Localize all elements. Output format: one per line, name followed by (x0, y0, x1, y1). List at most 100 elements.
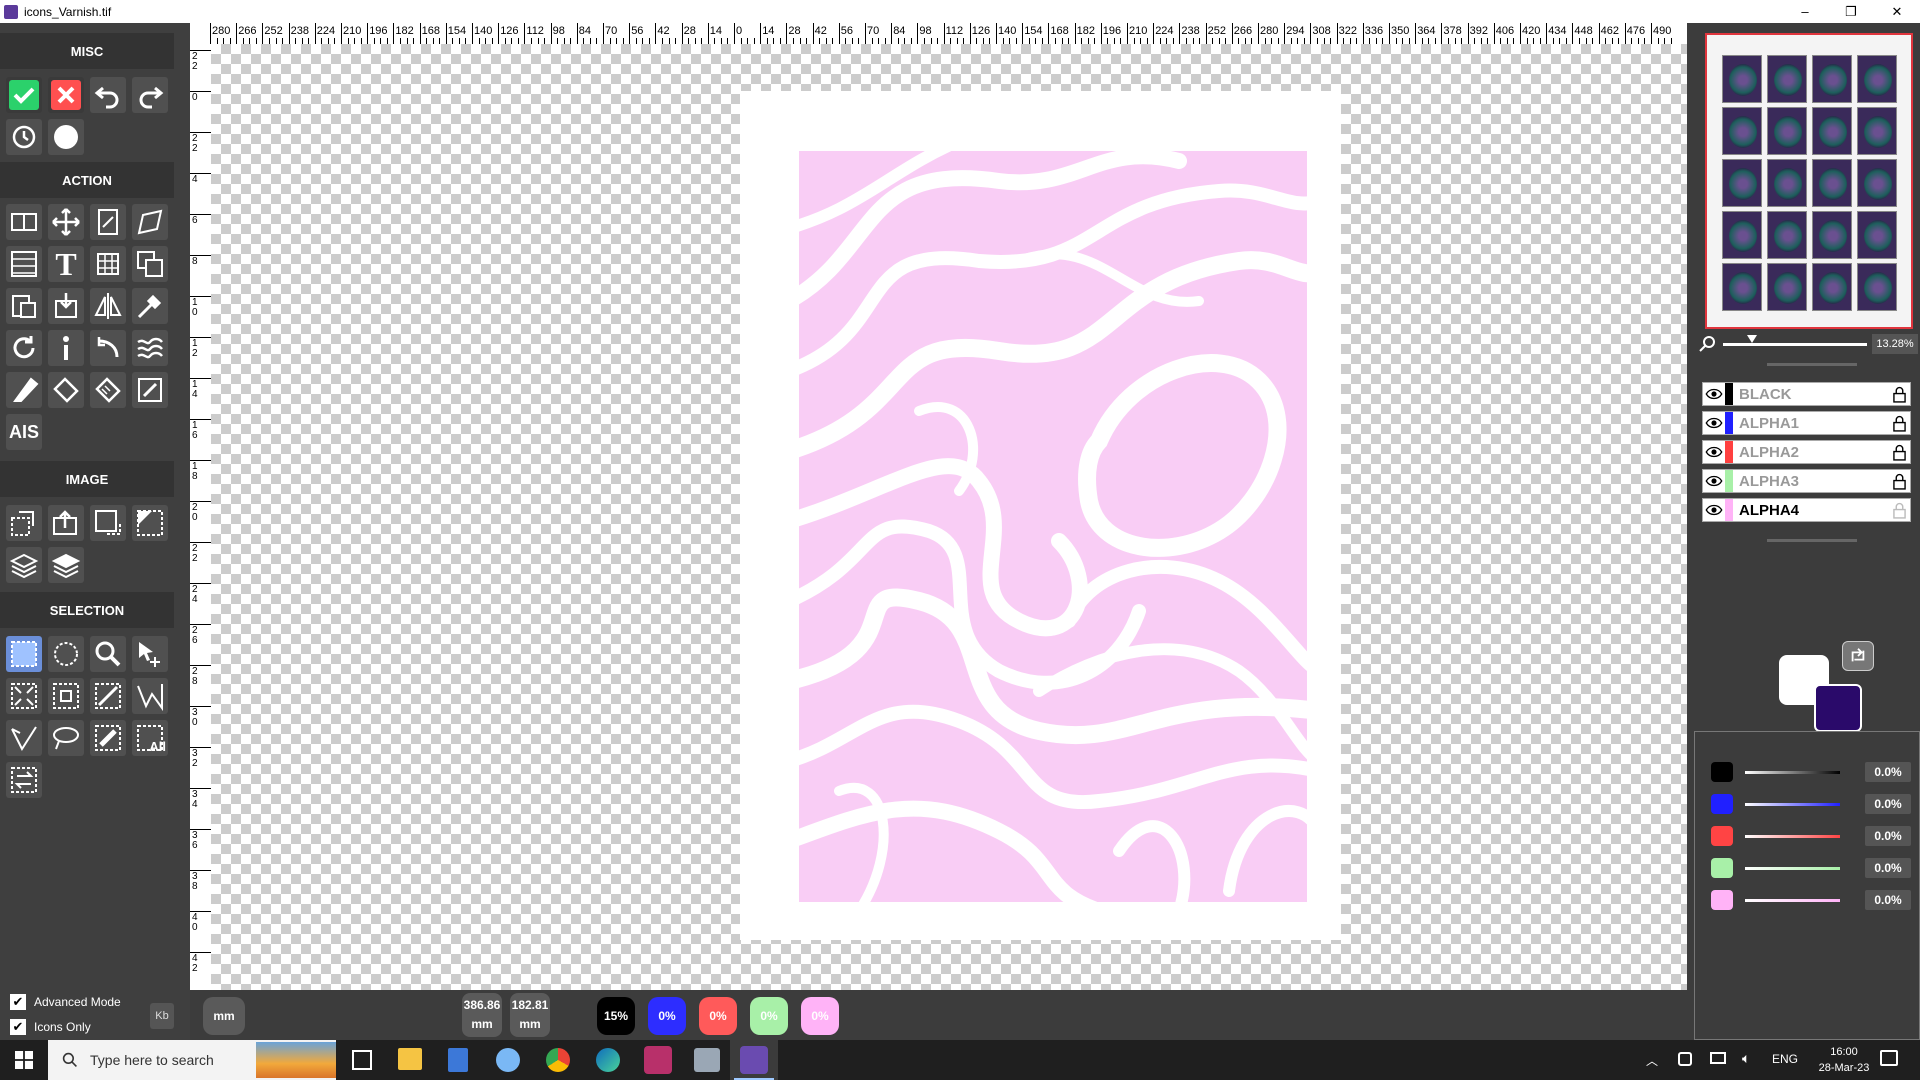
app-icon-rip[interactable] (644, 1046, 672, 1074)
channel-value[interactable]: 0.0% (1865, 858, 1911, 878)
curve-tool[interactable] (90, 330, 126, 366)
channel-slider-row[interactable]: 0.0% (1711, 762, 1911, 782)
eye-icon[interactable] (1703, 383, 1725, 405)
layers-flatten-tool[interactable] (6, 547, 42, 583)
close-button[interactable]: ✕ (1874, 0, 1920, 23)
layers-merge-tool[interactable] (48, 547, 84, 583)
channel-slider-track[interactable] (1745, 866, 1840, 870)
eye-icon[interactable] (1703, 499, 1725, 521)
channel-pill-alpha2[interactable]: 0% (699, 997, 737, 1035)
rect-select-tool[interactable] (6, 636, 42, 672)
channel-slider-track[interactable] (1745, 770, 1840, 774)
background-color-swatch[interactable] (1814, 684, 1862, 732)
image-export-tool[interactable] (48, 505, 84, 541)
circle-button[interactable] (48, 119, 84, 155)
channel-slider-row[interactable]: 0.0% (1711, 890, 1911, 910)
channel-slider-track[interactable] (1745, 834, 1840, 838)
network-icon[interactable] (1710, 1052, 1726, 1064)
paint-icon[interactable] (496, 1048, 520, 1072)
select-all-tool[interactable]: All (132, 720, 168, 756)
eye-icon[interactable] (1703, 441, 1725, 463)
info-tool[interactable] (48, 330, 84, 366)
crop-tool[interactable] (6, 204, 42, 240)
language-indicator[interactable]: ENG (1772, 1052, 1798, 1066)
channel-slider-row[interactable]: 0.0% (1711, 826, 1911, 846)
advanced-mode-checkbox[interactable]: ✔ Advanced Mode (10, 994, 121, 1010)
channel-slider-track[interactable] (1745, 898, 1840, 902)
lock-icon[interactable] (1893, 502, 1906, 523)
move-tool[interactable] (48, 204, 84, 240)
icons-only-checkbox[interactable]: ✔ Icons Only (10, 1019, 91, 1035)
task-view-icon[interactable] (352, 1050, 372, 1070)
eyedropper-tool[interactable] (132, 288, 168, 324)
layer-row[interactable]: ALPHA3 (1702, 469, 1911, 493)
free-select-tool[interactable] (6, 720, 42, 756)
duplicate-tool[interactable] (132, 246, 168, 282)
text-tool[interactable]: T (48, 246, 84, 282)
pointer-move-tool[interactable] (132, 636, 168, 672)
navigator-preview[interactable] (1705, 33, 1913, 329)
bucket-tool[interactable] (48, 372, 84, 408)
eye-icon[interactable] (1703, 412, 1725, 434)
notifications-icon[interactable] (1880, 1050, 1898, 1066)
clock[interactable]: 16:00 28-Mar-23 (1812, 1044, 1876, 1076)
channel-value[interactable]: 0.0% (1865, 762, 1911, 782)
lock-icon[interactable] (1893, 444, 1906, 465)
eye-icon[interactable] (1703, 470, 1725, 492)
channel-pill-black[interactable]: 15% (597, 997, 635, 1035)
wave-tool[interactable] (132, 330, 168, 366)
device-icon[interactable] (1678, 1052, 1692, 1066)
history-button[interactable] (6, 119, 42, 155)
paste-tool[interactable] (6, 288, 42, 324)
layer-row[interactable]: ALPHA4 (1702, 498, 1911, 522)
magic-wand-tool[interactable] (90, 678, 126, 714)
image-crop-tool[interactable] (132, 505, 168, 541)
eraser-tool[interactable] (6, 372, 42, 408)
brush-select-tool[interactable] (90, 720, 126, 756)
lasso-tool[interactable] (48, 720, 84, 756)
calculator-icon[interactable] (448, 1048, 468, 1072)
unit-selector[interactable]: mm (203, 997, 245, 1035)
volume-icon[interactable]: 🔈︎ (1742, 1050, 1750, 1067)
mirror-tool[interactable] (90, 288, 126, 324)
channel-pill-alpha1[interactable]: 0% (648, 997, 686, 1035)
start-button[interactable] (0, 1040, 48, 1080)
grid-tool[interactable] (90, 246, 126, 282)
ai-tool[interactable]: AIS (6, 414, 42, 450)
redo-button[interactable] (132, 77, 168, 113)
channel-slider-row[interactable]: 0.0% (1711, 794, 1911, 814)
kb-button[interactable]: Kb (150, 1003, 174, 1029)
app-icon-utility[interactable] (694, 1048, 720, 1072)
edge-icon[interactable] (596, 1048, 620, 1072)
layer-row[interactable]: ALPHA1 (1702, 411, 1911, 435)
perspective-tool[interactable] (132, 204, 168, 240)
rotate-tool[interactable] (6, 330, 42, 366)
transform-tool[interactable] (90, 204, 126, 240)
channel-value[interactable]: 0.0% (1865, 794, 1911, 814)
image-resize-tool[interactable] (90, 505, 126, 541)
confirm-button[interactable] (6, 77, 42, 113)
channel-pill-alpha3[interactable]: 0% (750, 997, 788, 1035)
zoom-slider-thumb[interactable] (1747, 335, 1757, 343)
channel-value[interactable]: 0.0% (1865, 890, 1911, 910)
channel-slider-row[interactable]: 0.0% (1711, 858, 1911, 878)
layer-row[interactable]: ALPHA2 (1702, 440, 1911, 464)
import-tool[interactable] (48, 288, 84, 324)
edit-tool[interactable] (132, 372, 168, 408)
fill-tool[interactable] (6, 246, 42, 282)
restore-button[interactable]: ❐ (1828, 0, 1874, 23)
chevron-up-icon[interactable]: ︿ (1646, 1052, 1658, 1069)
layer-row[interactable]: BLACK (1702, 382, 1911, 406)
image-rotate-tool[interactable] (6, 505, 42, 541)
channel-value[interactable]: 0.0% (1865, 826, 1911, 846)
lock-icon[interactable] (1893, 386, 1906, 407)
select-shrink-tool[interactable] (6, 678, 42, 714)
ellipse-select-tool[interactable] (48, 636, 84, 672)
zoom-slider[interactable] (1723, 343, 1867, 346)
polygon-select-tool[interactable] (132, 678, 168, 714)
cancel-button[interactable] (48, 77, 84, 113)
minimize-button[interactable]: – (1782, 0, 1828, 23)
zoom-tool[interactable] (90, 636, 126, 672)
invert-selection-tool[interactable] (6, 762, 42, 798)
file-explorer-icon[interactable] (398, 1048, 422, 1070)
